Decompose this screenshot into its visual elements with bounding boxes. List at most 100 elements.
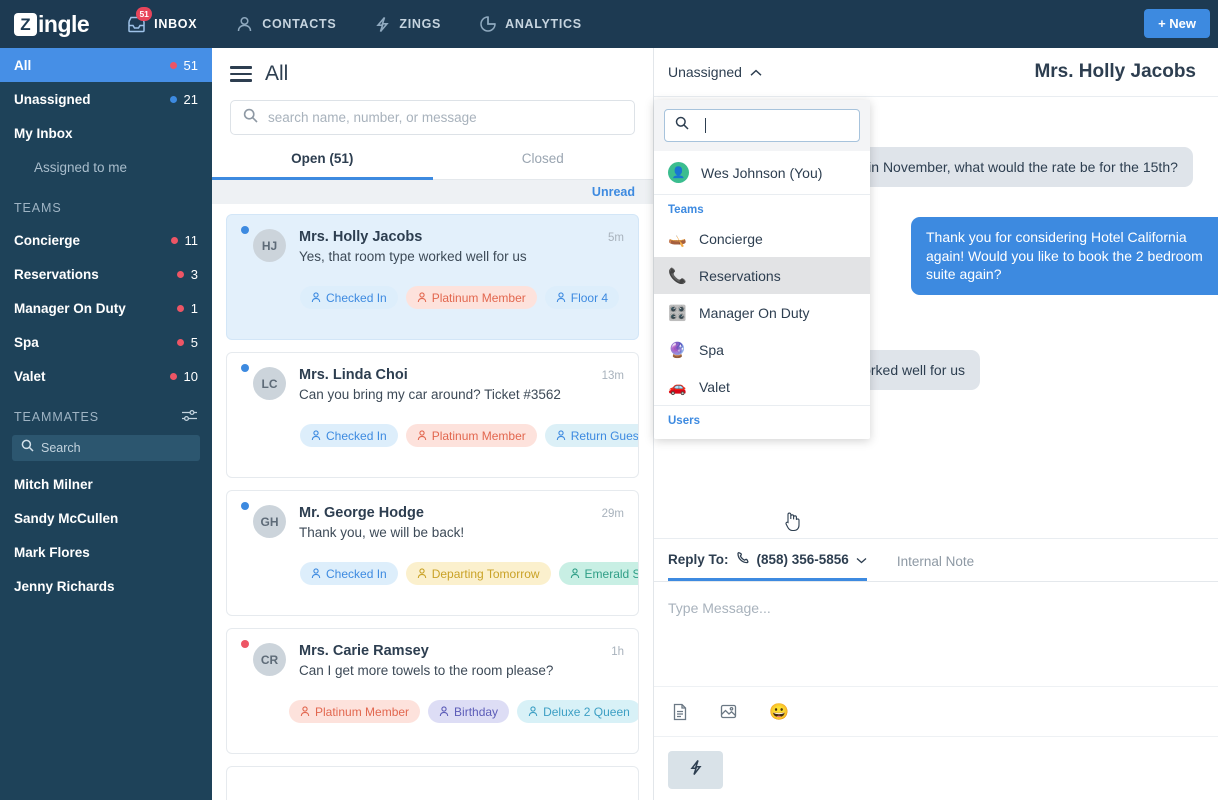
attach-document-icon[interactable] — [672, 703, 688, 721]
sidebar-item-concierge[interactable]: Concierge 11 — [0, 223, 212, 257]
zingle-logo[interactable]: Zingle — [14, 11, 90, 38]
person-icon — [439, 706, 449, 717]
unread-filter-link[interactable]: Unread — [592, 185, 635, 199]
hamburger-menu-icon[interactable] — [230, 66, 252, 82]
sidebar-item-unassigned-count: 21 — [169, 92, 198, 107]
tag-checked-in[interactable]: Checked In — [300, 424, 398, 447]
assign-search-input[interactable] — [664, 109, 860, 142]
conversation-card-linda-choi[interactable]: LC Mrs. Linda Choi 13m Can you bring my … — [226, 352, 639, 478]
reply-to-selector[interactable]: Reply To: (858) 356-5856 — [668, 551, 867, 581]
tag-departing-tomorrow[interactable]: Departing Tomorrow — [405, 562, 551, 585]
message-input[interactable]: Type Message... — [654, 581, 1218, 687]
conversation-list-title: All — [265, 62, 289, 85]
telephone-icon: 📞 — [668, 267, 687, 285]
assign-option-concierge[interactable]: 🛶 Concierge — [654, 220, 870, 257]
sidebar-teammate-jenny-richards[interactable]: Jenny Richards — [0, 569, 212, 603]
tag-floor-4[interactable]: Floor 4 — [544, 286, 620, 309]
tag-emerald-suite[interactable]: Emerald Suite — [558, 562, 638, 585]
assign-option-current-user[interactable]: 👤 Wes Johnson (You) — [654, 151, 870, 194]
conversation-card-partial[interactable] — [226, 766, 639, 800]
assign-section-teams: Teams — [654, 194, 870, 220]
inbox-unread-badge: 51 — [136, 6, 153, 21]
nav-item-analytics[interactable]: ANALYTICS — [479, 15, 582, 33]
nav-item-inbox-label: INBOX — [154, 17, 198, 31]
conversation-timestamp: 29m — [601, 508, 624, 520]
sidebar-item-valet[interactable]: Valet 10 — [0, 359, 212, 393]
sidebar-item-concierge-label: Concierge — [14, 232, 81, 248]
person-icon — [570, 568, 579, 579]
assign-section-users: Users — [654, 405, 870, 439]
search-icon — [675, 116, 689, 135]
tag-checked-in[interactable]: Checked In — [300, 286, 398, 309]
tab-internal-note[interactable]: Internal Note — [897, 554, 974, 581]
tag-platinum-member[interactable]: Platinum Member — [405, 424, 537, 447]
sidebar-item-manager-on-duty[interactable]: Manager On Duty 1 — [0, 291, 212, 325]
assign-option-spa[interactable]: 🔮 Spa — [654, 331, 870, 368]
emoji-picker-icon[interactable]: 😀 — [769, 702, 789, 722]
assign-dropdown-trigger[interactable]: Unassigned — [668, 64, 762, 80]
sidebar-item-spa[interactable]: Spa 5 — [0, 325, 212, 359]
sidebar-item-all[interactable]: All 51 — [0, 48, 212, 82]
tab-open[interactable]: Open (51) — [212, 151, 433, 180]
sidebar-item-my-inbox[interactable]: My Inbox — [0, 116, 212, 150]
phone-icon — [736, 551, 750, 568]
reply-to-phone: (858) 356-5856 — [756, 552, 849, 567]
tag-checked-in[interactable]: Checked In — [300, 562, 398, 585]
sidebar-item-all-label: All — [14, 57, 32, 73]
tag-deluxe-2-queen[interactable]: Deluxe 2 Queen — [517, 700, 638, 723]
sidebar-teammate-mark-flores[interactable]: Mark Flores — [0, 535, 212, 569]
new-button[interactable]: + New — [1144, 9, 1210, 38]
sidebar-teammates-header: TEAMMATES — [0, 402, 212, 432]
tag-birthday[interactable]: Birthday — [428, 700, 510, 723]
top-navigation-bar: Zingle 51 INBOX CONTACTS ZINGS ANALYTICS… — [0, 0, 1218, 48]
assign-option-spa-label: Spa — [699, 341, 724, 358]
filter-icon[interactable] — [181, 409, 198, 425]
sidebar-item-spa-label: Spa — [14, 334, 39, 350]
conversation-preview: Yes, that room type worked well for us — [299, 249, 527, 264]
assign-option-valet[interactable]: 🚗 Valet — [654, 368, 870, 405]
assign-option-manager-on-duty-label: Manager On Duty — [699, 304, 810, 321]
tag-platinum-member[interactable]: Platinum Member — [289, 700, 421, 723]
assign-dropdown-menu: 👤 Wes Johnson (You) Teams 🛶 Concierge 📞 … — [654, 100, 870, 532]
text-cursor — [705, 118, 706, 133]
conversation-search-input[interactable]: search name, number, or message — [230, 100, 635, 135]
sidebar-item-unassigned-label: Unassigned — [14, 91, 91, 107]
nav-item-inbox[interactable]: 51 INBOX — [127, 6, 198, 33]
nav-item-contacts[interactable]: CONTACTS — [235, 16, 336, 33]
teammates-search-input[interactable]: Search — [12, 435, 200, 461]
nav-item-zings[interactable]: ZINGS — [374, 16, 441, 33]
status-dot-red — [176, 270, 184, 278]
quick-reply-button[interactable] — [668, 751, 723, 789]
sidebar-item-reservations[interactable]: Reservations 3 — [0, 257, 212, 291]
conversation-preview: Thank you, we will be back! — [299, 525, 465, 540]
nav-item-contacts-label: CONTACTS — [262, 17, 337, 31]
person-icon — [417, 292, 426, 303]
status-dot-red — [176, 338, 184, 346]
conversation-tabs: Open (51) Closed — [212, 151, 653, 180]
conversation-card-carie-ramsey[interactable]: CR Mrs. Carie Ramsey 1h Can I get more t… — [226, 628, 639, 754]
conversation-card-holly-jacobs[interactable]: HJ Mrs. Holly Jacobs 5m Yes, that room t… — [226, 214, 639, 340]
tag-row: Checked In Platinum Member Return Guest — [227, 424, 638, 447]
conversation-card-george-hodge[interactable]: GH Mr. George Hodge 29m Thank you, we wi… — [226, 490, 639, 616]
teammates-search-placeholder: Search — [41, 441, 81, 455]
tab-closed[interactable]: Closed — [433, 151, 654, 179]
sidebar-item-assigned-to-me[interactable]: Assigned to me — [0, 150, 212, 184]
message-composer: Reply To: (858) 356-5856 Internal Note T… — [654, 538, 1218, 800]
assign-option-reservations[interactable]: 📞 Reservations — [654, 257, 870, 532]
sidebar-teammate-sandy-mccullen[interactable]: Sandy McCullen — [0, 501, 212, 535]
tag-platinum-member[interactable]: Platinum Member — [405, 286, 537, 309]
conversation-name: Mrs. Holly Jacobs — [299, 229, 423, 245]
sidebar-item-all-count: 51 — [169, 58, 198, 73]
conversation-contact-name: Mrs. Holly Jacobs — [1034, 61, 1196, 82]
assign-option-manager-on-duty[interactable]: 🎛️ Manager On Duty — [654, 294, 870, 331]
conversation-timestamp: 1h — [611, 646, 624, 658]
attach-image-icon[interactable] — [720, 703, 737, 720]
tag-return-guest[interactable]: Return Guest — [544, 424, 638, 447]
status-dot-red — [170, 236, 178, 244]
sidebar-item-unassigned[interactable]: Unassigned 21 — [0, 82, 212, 116]
tag-row: Checked In Departing Tomorrow Emerald Su… — [227, 562, 638, 585]
sidebar-teammate-mitch-milner[interactable]: Mitch Milner — [0, 467, 212, 501]
sidebar-item-valet-label: Valet — [14, 368, 46, 384]
